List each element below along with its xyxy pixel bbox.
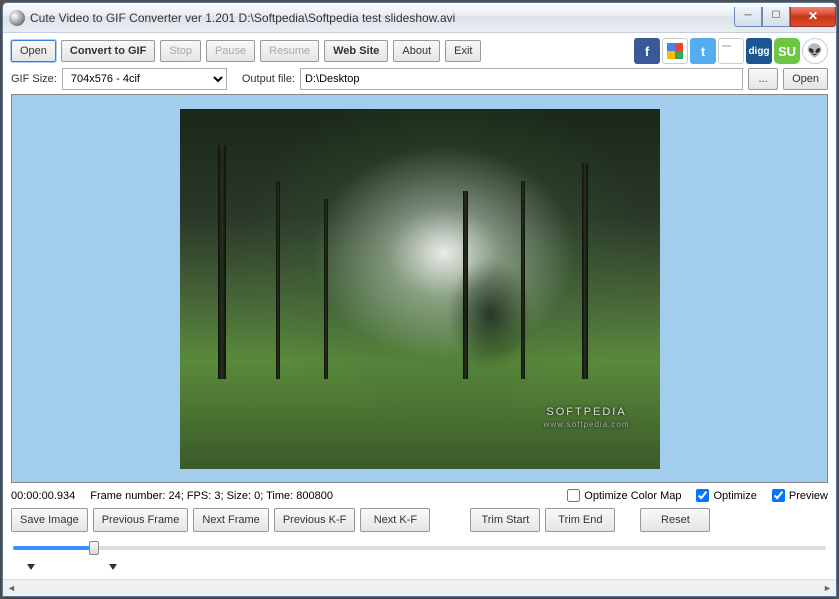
open-button[interactable]: Open [11, 40, 56, 62]
delicious-icon[interactable] [718, 38, 744, 64]
digg-icon[interactable]: digg [746, 38, 772, 64]
trim-end-button[interactable]: Trim End [545, 508, 615, 532]
settings-row: GIF Size: 704x576 - 4cif Output file: ..… [11, 68, 828, 90]
reset-button[interactable]: Reset [640, 508, 710, 532]
timeline-slider[interactable] [11, 536, 828, 560]
window-title: Cute Video to GIF Converter ver 1.201 D:… [30, 11, 734, 25]
app-icon [9, 10, 25, 26]
exit-button[interactable]: Exit [445, 40, 481, 62]
output-file-label: Output file: [242, 73, 295, 85]
time-display: 00:00:00.934 [11, 490, 75, 502]
trim-start-button[interactable]: Trim Start [470, 508, 540, 532]
trim-end-marker[interactable] [109, 564, 117, 570]
close-button[interactable]: ✕ [790, 7, 836, 27]
trim-start-marker[interactable] [27, 564, 35, 570]
status-bar: 00:00:00.934 Frame number: 24; FPS: 3; S… [11, 487, 828, 504]
scroll-right-icon[interactable]: ► [819, 580, 836, 596]
next-frame-button[interactable]: Next Frame [193, 508, 268, 532]
preview-area: SOFTPEDIA www.softpedia.com [11, 94, 828, 483]
scroll-left-icon[interactable]: ◄ [3, 580, 20, 596]
save-image-button[interactable]: Save Image [11, 508, 88, 532]
reddit-icon[interactable]: 👽 [802, 38, 828, 64]
video-frame-preview: SOFTPEDIA www.softpedia.com [180, 109, 660, 469]
optimize-colormap-checkbox[interactable]: Optimize Color Map [567, 489, 681, 502]
preview-checkbox[interactable]: Preview [772, 489, 828, 502]
titlebar[interactable]: Cute Video to GIF Converter ver 1.201 D:… [3, 3, 836, 33]
watermark: SOFTPEDIA www.softpedia.com [544, 406, 630, 429]
frame-info: Frame number: 24; FPS: 3; Size: 0; Time:… [90, 490, 333, 502]
maximize-button[interactable]: ☐ [762, 7, 790, 27]
website-button[interactable]: Web Site [324, 40, 388, 62]
output-file-input[interactable] [300, 68, 743, 90]
stop-button[interactable]: Stop [160, 40, 201, 62]
slider-thumb[interactable] [89, 541, 99, 555]
pause-button[interactable]: Pause [206, 40, 255, 62]
open-output-button[interactable]: Open [783, 68, 828, 90]
content-area: Open Convert to GIF Stop Pause Resume We… [3, 33, 836, 579]
facebook-icon[interactable]: f [634, 38, 660, 64]
app-window: Cute Video to GIF Converter ver 1.201 D:… [2, 2, 837, 597]
google-icon[interactable] [662, 38, 688, 64]
social-links: f t digg SU 👽 [634, 38, 828, 64]
minimize-button[interactable]: ─ [734, 7, 762, 27]
trim-markers [11, 564, 828, 574]
convert-button[interactable]: Convert to GIF [61, 40, 155, 62]
optimize-checkbox[interactable]: Optimize [696, 489, 756, 502]
stumbleupon-icon[interactable]: SU [774, 38, 800, 64]
previous-frame-button[interactable]: Previous Frame [93, 508, 189, 532]
twitter-icon[interactable]: t [690, 38, 716, 64]
main-toolbar: Open Convert to GIF Stop Pause Resume We… [11, 38, 828, 64]
gif-size-label: GIF Size: [11, 73, 57, 85]
window-controls: ─ ☐ ✕ [734, 7, 836, 27]
resume-button[interactable]: Resume [260, 40, 319, 62]
about-button[interactable]: About [393, 40, 440, 62]
next-keyframe-button[interactable]: Next K-F [360, 508, 430, 532]
gif-size-select[interactable]: 704x576 - 4cif [62, 68, 227, 90]
browse-button[interactable]: ... [748, 68, 778, 90]
previous-keyframe-button[interactable]: Previous K-F [274, 508, 356, 532]
horizontal-scrollbar[interactable]: ◄ ► [3, 579, 836, 596]
frame-controls: Save Image Previous Frame Next Frame Pre… [11, 508, 828, 532]
